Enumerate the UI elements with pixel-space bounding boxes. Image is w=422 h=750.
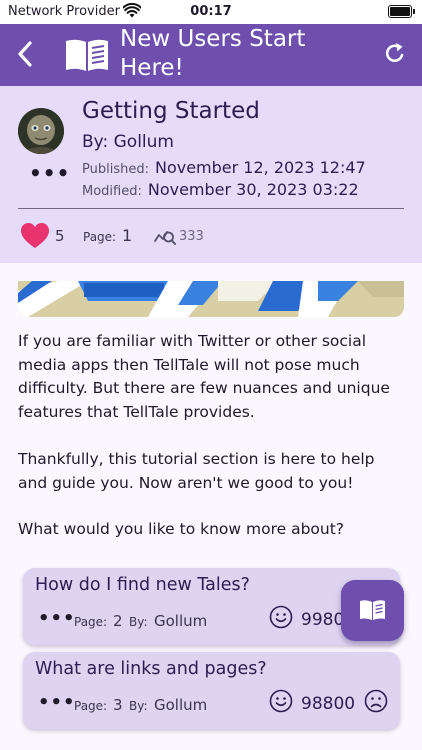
card-reaction-count: 9980 (301, 610, 345, 630)
card-title[interactable]: How do I find new Tales? (35, 575, 250, 595)
published-label: Published: (82, 162, 149, 177)
views-count: 333 (179, 229, 204, 244)
card-author[interactable]: Gollum (154, 612, 207, 630)
book-icon (66, 39, 108, 71)
author-label: By: (82, 132, 109, 152)
post-author[interactable]: By: Gollum (82, 132, 174, 152)
published-row: Published: November 12, 2023 12:47 (82, 158, 366, 177)
new-tale-button[interactable] (341, 580, 404, 641)
page-title: New Users Start Here! (120, 26, 306, 81)
views-icon (154, 231, 176, 245)
avatar[interactable] (18, 108, 64, 154)
battery-icon (388, 5, 415, 18)
divider (18, 208, 404, 209)
card-author[interactable]: Gollum (154, 696, 207, 714)
post-title: Getting Started (82, 98, 260, 124)
card-page-label: Page: (74, 699, 108, 713)
banner-image (18, 281, 404, 317)
body-paragraph: Thankfully, this tutorial section is her… (18, 450, 375, 492)
page-number: 1 (122, 226, 133, 245)
heart-icon[interactable] (20, 222, 50, 250)
card-page-number: 2 (113, 612, 123, 630)
book-icon (360, 600, 385, 620)
card-title[interactable]: What are links and pages? (35, 659, 267, 679)
body-paragraph: If you are familiar with Twitter or othe… (18, 332, 390, 421)
smile-icon[interactable] (269, 689, 293, 713)
card-by-label: By: (129, 615, 148, 629)
card-page-number: 3 (113, 696, 123, 714)
author-more-icon[interactable]: ••• (29, 163, 70, 183)
likes-count: 5 (55, 227, 65, 245)
post-stats: 5 Page: 1 333 (20, 222, 410, 250)
modified-row: Modified: November 30, 2023 03:22 (82, 180, 359, 199)
refresh-icon[interactable] (384, 41, 406, 65)
nav-bar: New Users Start Here! (0, 24, 422, 86)
clock: 00:17 (190, 4, 232, 19)
published-date: November 12, 2023 12:47 (154, 158, 366, 177)
card-page-label: Page: (74, 615, 108, 629)
page-label: Page: (83, 230, 117, 244)
frown-icon[interactable] (364, 689, 388, 713)
card-reaction-count: 98800 (301, 694, 356, 714)
modified-label: Modified: (82, 184, 142, 199)
back-icon[interactable] (14, 40, 36, 68)
tale-card[interactable]: What are links and pages? ••• Page: 3 By… (23, 652, 400, 729)
modified-date: November 30, 2023 03:22 (147, 180, 359, 199)
author-name[interactable]: Gollum (114, 132, 174, 152)
smile-icon[interactable] (269, 605, 293, 629)
post-header: ••• Getting Started By: Gollum Published… (0, 86, 422, 263)
card-more-icon[interactable]: ••• (38, 610, 76, 628)
card-by-label: By: (129, 699, 148, 713)
status-bar: Network Provider 00:17 (0, 0, 422, 24)
card-more-icon[interactable]: ••• (38, 694, 76, 712)
body-paragraph: What would you like to know more about? (18, 520, 345, 538)
